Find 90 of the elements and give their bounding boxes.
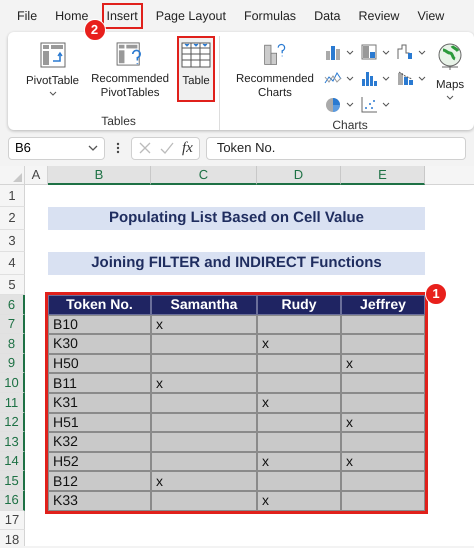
caret-icon [382,50,390,54]
title-banner: Populating List Based on Cell Value [48,207,425,230]
caret-icon [418,76,426,80]
column-header[interactable]: E [341,166,425,185]
caret-icon [346,102,354,106]
row-header[interactable]: 15 [0,471,25,491]
table-cell: x [257,334,341,354]
name-box[interactable]: B6 [8,136,105,160]
treemap-icon [360,43,378,61]
row-header[interactable]: 4 [0,252,25,275]
table-cell: B11 [48,373,151,393]
row-header[interactable]: 9 [0,354,25,374]
row-header[interactable]: 6 [0,295,25,315]
group-label: Charts [332,117,368,130]
row-header[interactable]: 14 [0,452,25,472]
table-cell: K32 [48,432,151,452]
table-cell: H52 [48,452,151,472]
scatter-chart-icon [360,95,378,113]
table-cell: x [151,373,257,393]
globe-icon [436,42,464,72]
row-header[interactable]: 17 [0,510,25,530]
row-header[interactable]: 12 [0,412,25,432]
row-header[interactable]: 18 [0,530,25,546]
row-header[interactable]: 1 [0,185,25,207]
ribbon-button[interactable]: Maps [432,36,468,102]
title-banner: Joining FILTER and INDIRECT Functions [48,252,425,275]
table-cell: K30 [48,334,151,354]
row-header[interactable]: 16 [0,490,25,511]
check-icon[interactable] [160,141,174,155]
pie-chart-icon [324,95,342,113]
table-cell: x [257,392,341,413]
column-heading: Rudy [257,295,341,315]
formula-text: Token No. [216,139,276,158]
table-cell: B12 [48,471,151,491]
caret-icon [418,50,426,54]
histogram-icon [360,69,378,87]
column-header[interactable]: C [151,166,257,185]
table-cell: H50 [48,354,151,374]
column-header[interactable]: A [25,166,48,185]
chart-type-button[interactable] [396,42,426,62]
table-cell: K33 [48,490,151,511]
menu-tab[interactable]: Data [309,2,346,30]
table-cell: K31 [48,392,151,413]
row-header[interactable]: 3 [0,230,25,252]
caret-icon [346,76,354,80]
menu-tab[interactable]: File [12,2,42,30]
table-cell: x [151,314,257,334]
column-heading: Samantha [151,295,257,315]
table-cell: B10 [48,314,151,334]
menu-tab[interactable]: Page Layout [150,2,231,30]
table-cell: x [257,490,341,511]
row-header[interactable]: 10 [0,373,25,393]
pivot-table-icon [40,42,66,68]
formula-field[interactable]: Token No. [206,136,466,160]
table-cell: x [151,471,257,491]
ribbon-button[interactable]: PivotTable [22,36,84,102]
combo-chart-icon [396,69,414,87]
menu-tab[interactable]: Formulas [238,2,302,30]
menu-tab[interactable]: Review [353,2,404,30]
column-heading: Jeffrey [341,295,425,315]
table-icon [181,42,212,68]
row-header[interactable]: 8 [0,334,25,354]
ribbon-button[interactable]: Table [177,36,216,102]
chart-type-button[interactable] [360,42,390,62]
column-header[interactable]: B [48,166,151,185]
callout-badge: 1 [425,283,447,305]
insert-function-button[interactable]: fx [182,136,193,160]
caret-icon [382,102,390,106]
cell-reference: B6 [15,139,31,158]
row-header[interactable]: 5 [0,275,25,295]
row-header[interactable]: 2 [0,207,25,230]
table-cell: x [341,452,425,472]
menu-tab[interactable]: View [412,2,450,30]
row-header[interactable]: 7 [0,314,25,334]
column-header[interactable]: D [257,166,341,185]
table-cell: x [341,412,425,432]
chevron-icon [88,145,98,151]
caret-icon [382,76,390,80]
column-heading: Token No. [48,295,151,315]
table-cell: x [341,354,425,374]
bar-chart-icon [324,43,342,61]
row-header[interactable]: 13 [0,432,25,452]
waterfall-icon [396,43,414,61]
table-cell: x [257,452,341,472]
caret-icon [346,50,354,54]
table-cell: H51 [48,412,151,432]
row-header[interactable]: 11 [0,392,25,413]
chart-type-button[interactable] [360,94,390,114]
group-label: Tables [101,113,136,130]
ribbon-button[interactable]: Recommended Charts [232,36,318,102]
